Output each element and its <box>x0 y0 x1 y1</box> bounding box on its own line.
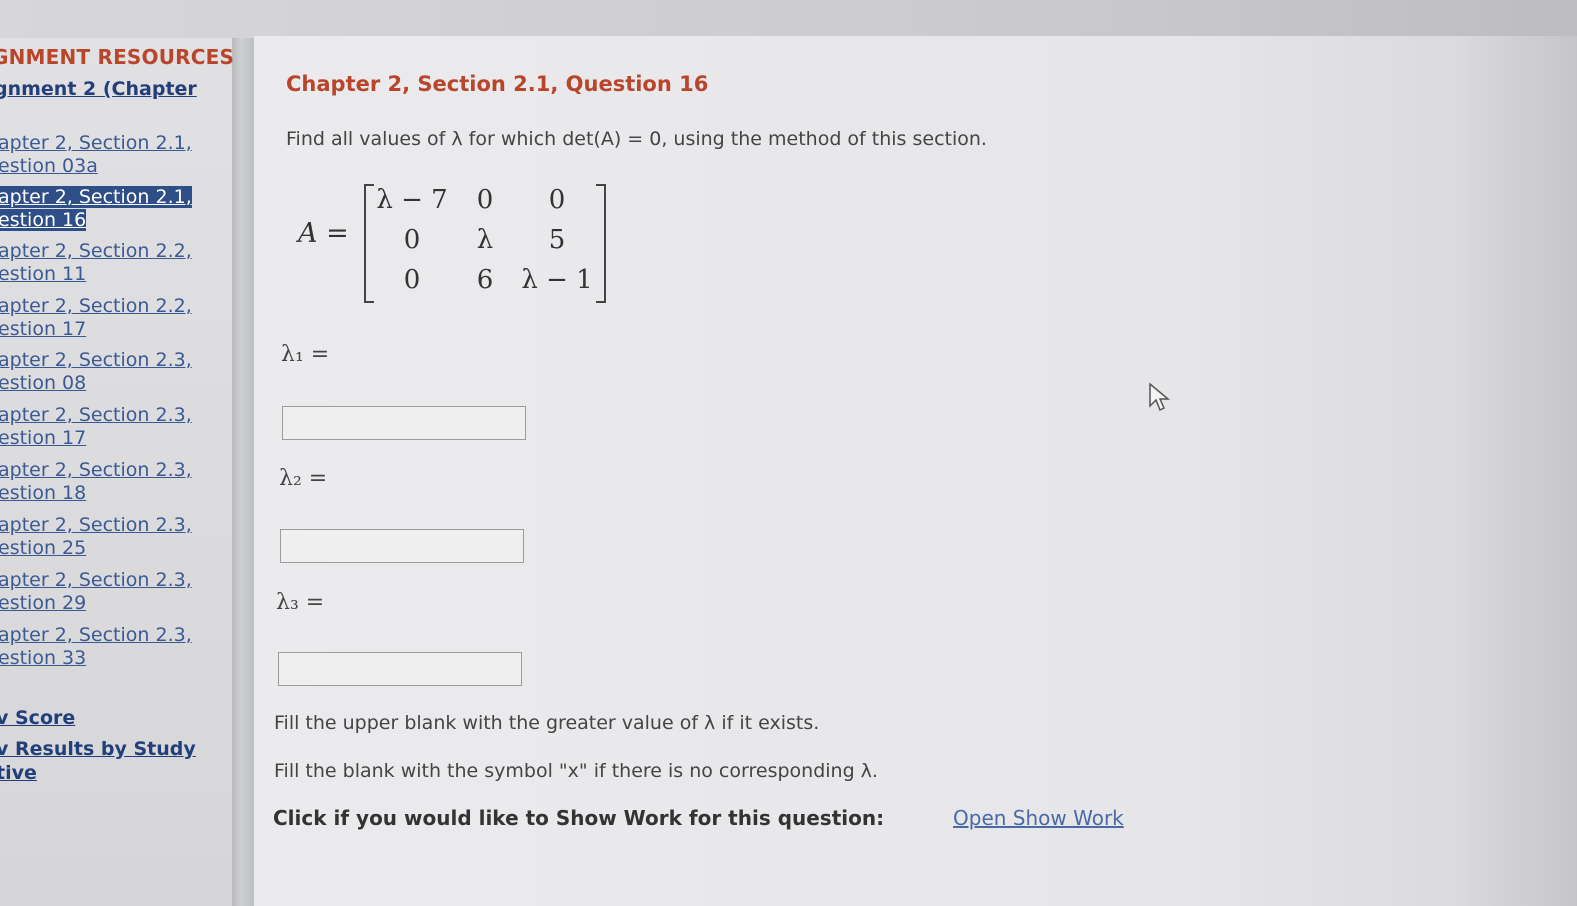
lambda-1-input[interactable] <box>282 406 526 440</box>
matrix-label: A = <box>298 218 349 249</box>
sidebar-item-2-3-q25[interactable]: apter 2, Section 2.3, estion 25 <box>0 514 222 560</box>
lambda-3-label: λ₃ = <box>276 590 325 615</box>
view-results-link[interactable]: v Results by Study <box>0 738 196 760</box>
question-title: Chapter 2, Section 2.1, Question 16 <box>286 72 709 96</box>
sidebar-item-2-3-q29[interactable]: apter 2, Section 2.3, estion 29 <box>0 569 222 615</box>
sidebar-divider <box>232 38 254 906</box>
view-score-link[interactable]: v Score <box>0 707 75 729</box>
sidebar-item-2-3-q33[interactable]: apter 2, Section 2.3, estion 33 <box>0 624 222 670</box>
matrix-cell-1-1: λ − 7 <box>376 185 448 215</box>
sidebar-item-line2: estion 17 <box>0 318 87 340</box>
sidebar-item-line1: apter 2, Section 2.2, <box>0 240 192 262</box>
question-instruction: Find all values of λ for which det(A) = … <box>286 128 987 150</box>
matrix-cell-1-2: 0 <box>476 185 494 215</box>
matrix-cell-1-3: 0 <box>548 185 566 215</box>
sidebar-item-line1: apter 2, Section 2.3, <box>0 404 192 426</box>
lambda-3-input[interactable] <box>278 652 522 686</box>
sidebar-item-line2: estion 29 <box>0 592 87 614</box>
sidebar-item-line1: apter 2, Section 2.3, <box>0 459 192 481</box>
sidebar-item-2-3-q08[interactable]: apter 2, Section 2.3, estion 08 <box>0 349 222 395</box>
matrix-cell-2-3: 5 <box>548 225 566 255</box>
sidebar-item-line1: apter 2, Section 2.3, <box>0 349 192 371</box>
sidebar-item-line2: estion 25 <box>0 537 87 559</box>
sidebar-item-2-2-q11[interactable]: apter 2, Section 2.2, estion 11 <box>0 240 222 286</box>
sidebar-item-line2: estion 18 <box>0 482 87 504</box>
sidebar-item-line1: apter 2, Section 2.3, <box>0 624 192 646</box>
matrix-cell-2-1: 0 <box>403 225 421 255</box>
sidebar-item-line1: apter 2, Section 2.1, <box>0 132 192 154</box>
sidebar-item-2-3-q18[interactable]: apter 2, Section 2.3, estion 18 <box>0 459 222 505</box>
matrix-cell-3-1: 0 <box>403 265 421 295</box>
instruction-note-symbol: Fill the blank with the symbol "x" if th… <box>274 760 878 782</box>
sidebar-item-line2: estion 16 <box>0 209 87 231</box>
matrix-cell-3-2: 6 <box>476 265 494 295</box>
sidebar-item-q03a[interactable]: apter 2, Section 2.1, estion 03a <box>0 132 222 178</box>
view-results-link-line2[interactable]: tive <box>0 762 37 784</box>
sidebar-item-line2: estion 03a <box>0 155 98 177</box>
matrix-cell-2-2: λ <box>476 225 494 255</box>
matrix-right-bracket <box>596 184 606 303</box>
instruction-note-greater: Fill the upper blank with the greater va… <box>274 712 820 734</box>
lambda-2-label: λ₂ = <box>279 466 328 491</box>
sidebar-item-line2: estion 17 <box>0 427 87 449</box>
matrix-cell-3-3: λ − 1 <box>521 265 593 295</box>
show-work-prompt: Click if you would like to Show Work for… <box>273 806 885 830</box>
sidebar-item-line1: apter 2, Section 2.3, <box>0 569 192 591</box>
sidebar-item-line1: apter 2, Section 2.3, <box>0 514 192 536</box>
lambda-1-label: λ₁ = <box>281 342 330 367</box>
sidebar-item-2-2-q17[interactable]: apter 2, Section 2.2, estion 17 <box>0 295 222 341</box>
pointer-arrow-icon <box>1148 382 1174 418</box>
sidebar-item-2-3-q17[interactable]: apter 2, Section 2.3, estion 17 <box>0 404 222 450</box>
sidebar-item-q16-active[interactable]: apter 2, Section 2.1, estion 16 <box>0 186 222 232</box>
sidebar-item-line2: estion 33 <box>0 647 87 669</box>
sidebar-item-line2: estion 11 <box>0 263 87 285</box>
assignment-resources-header: GNMENT RESOURCES <box>0 45 235 69</box>
sidebar-item-line2: estion 08 <box>0 372 87 394</box>
assignment-link[interactable]: gnment 2 (Chapter <box>0 78 197 100</box>
sidebar-item-line1: apter 2, Section 2.1, <box>0 186 192 208</box>
lambda-2-input[interactable] <box>280 529 524 563</box>
open-show-work-link[interactable]: Open Show Work <box>953 806 1124 830</box>
sidebar-item-line1: apter 2, Section 2.2, <box>0 295 192 317</box>
